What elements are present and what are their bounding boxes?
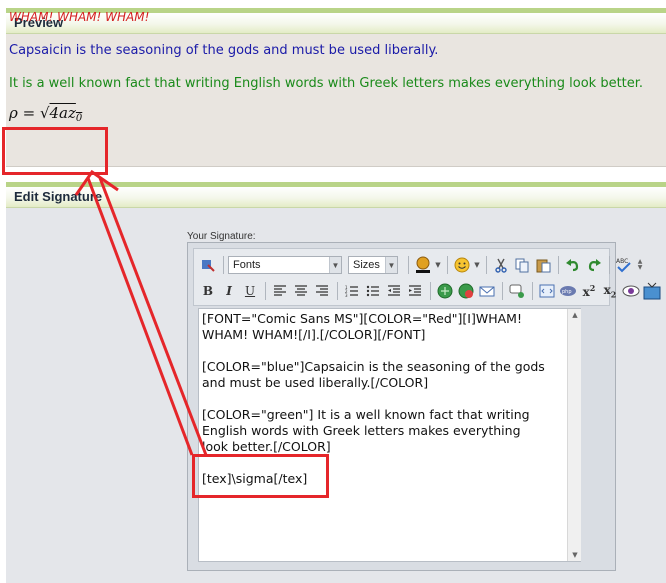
paste-icon[interactable] bbox=[533, 255, 553, 275]
align-left-icon[interactable] bbox=[270, 281, 290, 301]
fonts-select[interactable]: Fonts ▼ bbox=[228, 256, 342, 274]
toolbar-separator bbox=[532, 282, 533, 300]
superscript-button[interactable]: x2 bbox=[579, 281, 599, 301]
underline-button[interactable]: U bbox=[240, 281, 260, 301]
preview-green-text: It is a well known fact that writing Eng… bbox=[9, 76, 644, 91]
code-icon[interactable] bbox=[537, 281, 557, 301]
indent-icon[interactable] bbox=[405, 281, 425, 301]
preview-red-text: WHAM! WHAM! WHAM! bbox=[9, 10, 150, 24]
toolbar-row-2: B I U 123 php x2 x2 bbox=[198, 279, 663, 303]
formula-radical: √ bbox=[39, 104, 50, 122]
fonts-select-value: Fonts bbox=[233, 259, 261, 271]
chevron-down-icon: ▼ bbox=[329, 257, 341, 273]
php-icon[interactable]: php bbox=[558, 281, 578, 301]
sizes-select-value: Sizes bbox=[353, 259, 380, 271]
unlink-icon[interactable] bbox=[456, 281, 476, 301]
subscript-button[interactable]: x2 bbox=[600, 281, 620, 301]
preview-eye-icon[interactable] bbox=[621, 281, 641, 301]
sizes-select[interactable]: Sizes ▼ bbox=[348, 256, 398, 274]
toolbar-separator bbox=[408, 256, 409, 274]
font-color-icon[interactable] bbox=[413, 255, 433, 275]
smiley-icon[interactable] bbox=[452, 255, 472, 275]
svg-text:php: php bbox=[562, 289, 572, 295]
superscript-label: x2 bbox=[582, 283, 596, 299]
subscript-label: x2 bbox=[603, 282, 617, 300]
outdent-icon[interactable] bbox=[384, 281, 404, 301]
edit-signature-header: Edit Signature bbox=[6, 182, 666, 208]
annotation-box-tex-code bbox=[192, 454, 329, 498]
formula-subscript: 0 bbox=[75, 113, 83, 124]
toolbar-separator bbox=[558, 256, 559, 274]
quote-icon[interactable] bbox=[507, 281, 527, 301]
scroll-up-icon[interactable]: ▲ bbox=[568, 309, 582, 321]
toolbar-separator bbox=[486, 256, 487, 274]
chevron-down-icon[interactable]: ▼ bbox=[473, 255, 481, 275]
chevron-down-icon: ▼ bbox=[385, 257, 397, 273]
formula-radicand: 4az bbox=[49, 104, 76, 122]
italic-button[interactable]: I bbox=[219, 281, 239, 301]
edit-signature-title: Edit Signature bbox=[14, 189, 103, 204]
svg-text:ABC: ABC bbox=[616, 258, 628, 265]
preview-formula: ρ = √4az0 bbox=[9, 104, 82, 124]
spellcheck-icon[interactable]: ABC bbox=[614, 255, 634, 275]
textarea-scrollbar[interactable]: ▲ ▼ bbox=[567, 309, 581, 561]
toolbar-separator bbox=[265, 282, 266, 300]
toolbar-separator bbox=[609, 256, 610, 274]
toolbar-row-1: Fonts ▼ Sizes ▼ ▼ ▼ ABC ▲ ▼ bbox=[198, 253, 646, 277]
cut-icon[interactable] bbox=[491, 255, 511, 275]
remove-format-icon[interactable] bbox=[198, 255, 218, 275]
bold-button[interactable]: B bbox=[198, 281, 218, 301]
ordered-list-icon[interactable]: 123 bbox=[342, 281, 362, 301]
resize-icon[interactable]: ▲ ▼ bbox=[635, 255, 645, 275]
align-center-icon[interactable] bbox=[291, 281, 311, 301]
undo-icon[interactable] bbox=[563, 255, 583, 275]
editor-toolbar: Fonts ▼ Sizes ▼ ▼ ▼ ABC ▲ ▼ B I U 1 2 3 … bbox=[193, 248, 661, 306]
formula-lhs: ρ = bbox=[9, 104, 40, 122]
align-right-icon[interactable] bbox=[312, 281, 332, 301]
chevron-down-icon[interactable]: ▼ bbox=[434, 255, 442, 275]
signature-label: Your Signature: bbox=[187, 231, 256, 242]
preview-blue-text: Capsaicin is the seasoning of the gods a… bbox=[9, 43, 439, 58]
signature-textarea[interactable]: [FONT="Comic Sans MS"][COLOR="Red"][I]WH… bbox=[198, 308, 581, 562]
link-icon[interactable] bbox=[435, 281, 455, 301]
toolbar-separator bbox=[502, 282, 503, 300]
video-icon[interactable] bbox=[642, 281, 662, 301]
email-icon[interactable] bbox=[477, 281, 497, 301]
annotation-box-preview-formula bbox=[2, 127, 108, 175]
unordered-list-icon[interactable] bbox=[363, 281, 383, 301]
redo-icon[interactable] bbox=[584, 255, 604, 275]
svg-text:3: 3 bbox=[345, 293, 348, 298]
copy-icon[interactable] bbox=[512, 255, 532, 275]
toolbar-separator bbox=[447, 256, 448, 274]
toolbar-separator bbox=[430, 282, 431, 300]
toolbar-separator bbox=[337, 282, 338, 300]
toolbar-separator bbox=[223, 256, 224, 274]
scroll-down-icon[interactable]: ▼ bbox=[568, 549, 582, 561]
